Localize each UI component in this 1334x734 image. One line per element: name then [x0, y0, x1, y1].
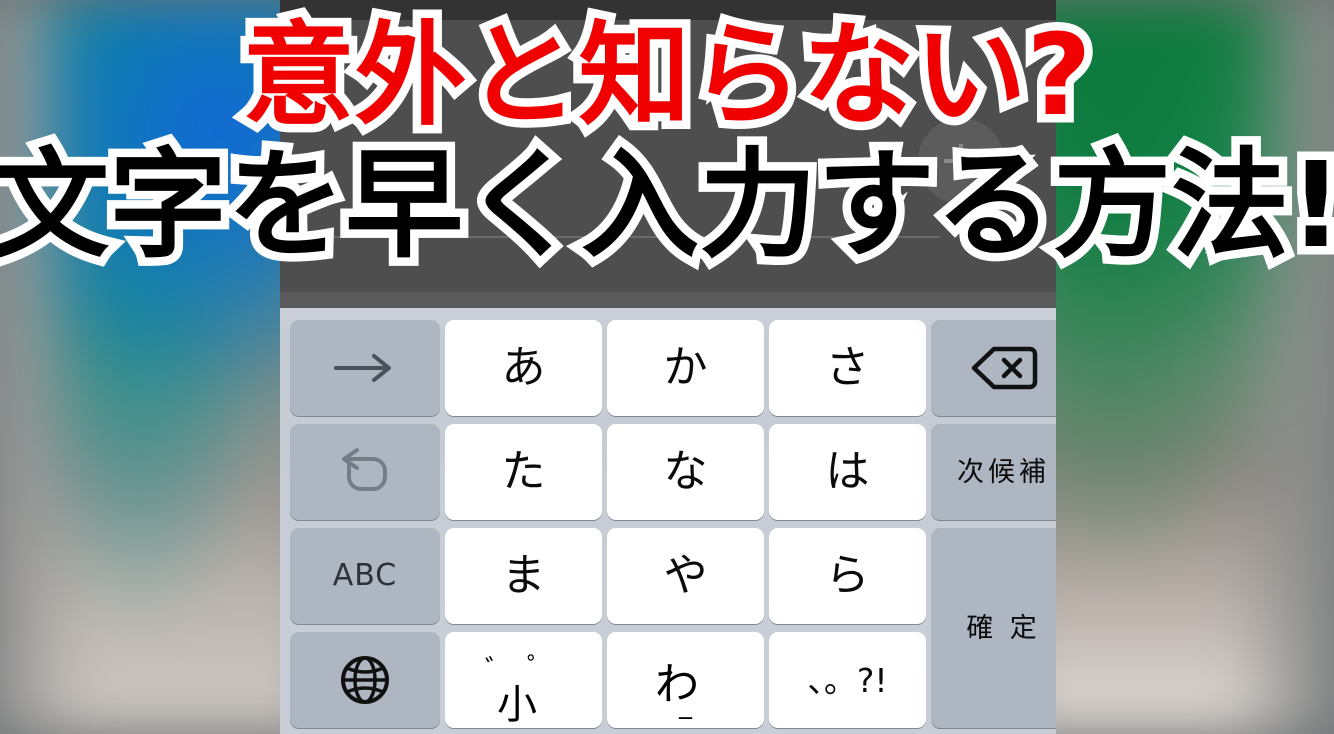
- key-label: 確 定: [966, 612, 1041, 644]
- key-label: ABC: [332, 558, 398, 593]
- key-label: ら: [825, 550, 870, 601]
- arrow-right-icon: [334, 354, 391, 382]
- key-next-candidate[interactable]: 次候補: [931, 424, 1056, 520]
- key-na-row[interactable]: な: [607, 424, 764, 520]
- key-label: さ: [825, 342, 870, 393]
- key-ka-row[interactable]: か: [607, 320, 764, 416]
- key-ha-row[interactable]: は: [769, 424, 926, 520]
- key-label: 次候補: [957, 456, 1050, 488]
- key-ya-row[interactable]: や: [607, 528, 764, 624]
- undo-icon: [342, 448, 387, 491]
- key-label: ま: [501, 550, 546, 601]
- blurred-background-right: [1014, 0, 1334, 734]
- keyboard-grid: あ か さ た な は 次候補 ABC ま や ら 確 定 ゛ ゜ 小 わ _ …: [290, 320, 1056, 728]
- underscore-mark: _: [679, 690, 692, 720]
- key-globe[interactable]: [290, 632, 440, 728]
- app-content-area: [280, 0, 1056, 308]
- key-ma-row[interactable]: ま: [445, 528, 602, 624]
- key-label: な: [663, 446, 708, 497]
- phone-screen: あ か さ た な は 次候補 ABC ま や ら 確 定 ゛ ゜ 小 わ _ …: [280, 0, 1056, 734]
- key-label: は: [825, 446, 870, 497]
- key-label: 、。?!: [807, 660, 888, 700]
- key-label: わ: [655, 659, 699, 710]
- key-label: た: [501, 446, 546, 497]
- key-wa-row[interactable]: わ _: [607, 632, 764, 728]
- key-label: あ: [501, 342, 546, 393]
- key-ta-row[interactable]: た: [445, 424, 602, 520]
- key-undo[interactable]: [290, 424, 440, 520]
- plus-icon: [959, 144, 963, 178]
- key-sa-row[interactable]: さ: [769, 320, 926, 416]
- japanese-keyboard: あ か さ た な は 次候補 ABC ま や ら 確 定 ゛ ゜ 小 わ _ …: [280, 308, 1056, 734]
- add-button[interactable]: [918, 118, 1004, 204]
- key-confirm[interactable]: 確 定: [931, 528, 1056, 728]
- key-a-row[interactable]: あ: [445, 320, 602, 416]
- dakuten-composite-label: ゛ ゜ 小: [445, 632, 602, 728]
- screenshot-canvas: あ か さ た な は 次候補 ABC ま や ら 確 定 ゛ ゜ 小 わ _ …: [0, 0, 1334, 734]
- key-label: 小: [497, 682, 537, 728]
- blurred-background-left: [0, 0, 320, 734]
- key-ra-row[interactable]: ら: [769, 528, 926, 624]
- globe-icon: [341, 656, 389, 704]
- wa-composite-label: わ _: [607, 632, 764, 728]
- backspace-icon: [971, 346, 1037, 390]
- key-dakuten-small[interactable]: ゛ ゜ 小: [445, 632, 602, 728]
- key-punctuation[interactable]: 、。?!: [769, 632, 926, 728]
- compose-divider: [320, 236, 940, 238]
- key-delete[interactable]: [931, 320, 1056, 416]
- key-label: か: [663, 342, 708, 393]
- key-label: や: [663, 550, 708, 601]
- key-abc[interactable]: ABC: [290, 528, 440, 624]
- key-cursor-right[interactable]: [290, 320, 440, 416]
